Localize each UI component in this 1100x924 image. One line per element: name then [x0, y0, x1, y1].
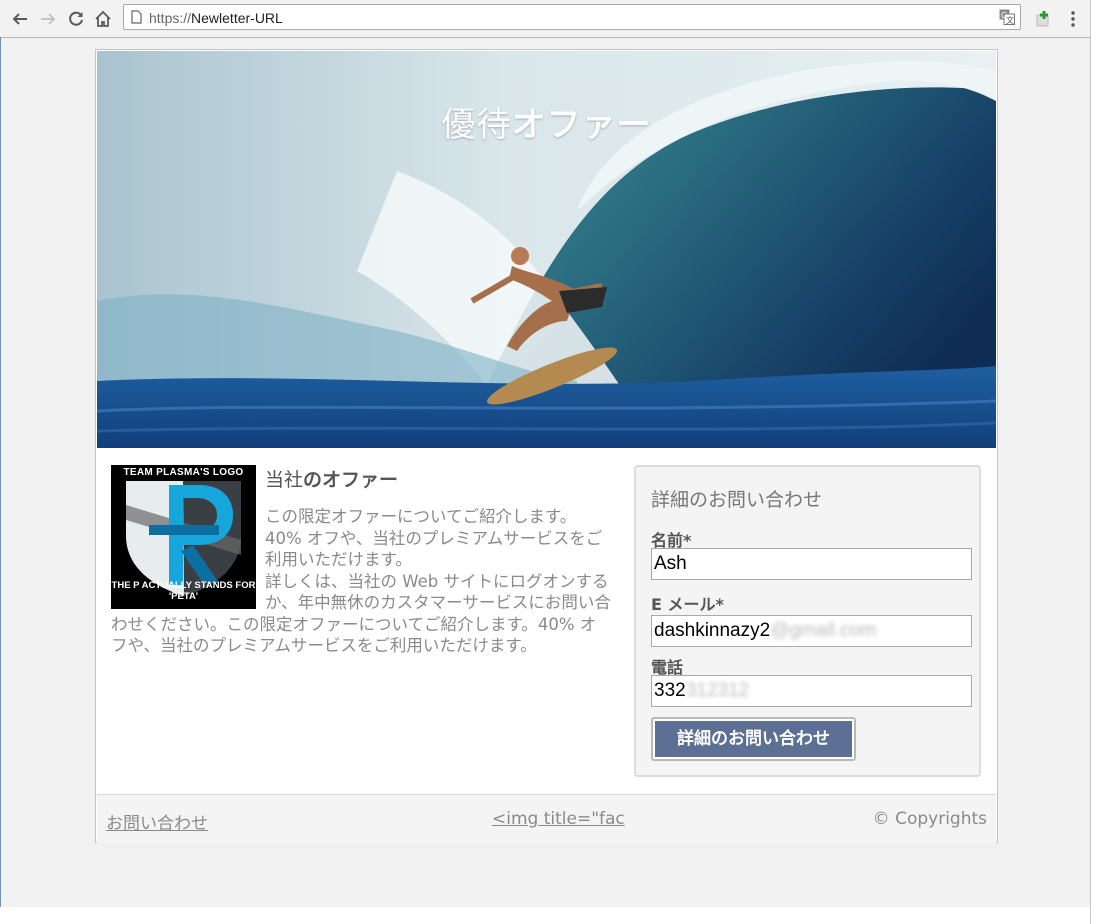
hero-banner: 優待オファー [97, 51, 996, 448]
name-field[interactable]: Ash [651, 548, 972, 580]
offer-paragraph-1: この限定オファーについてご紹介します。40% オフや、当社のプレミアムサービスを… [265, 507, 603, 569]
forward-arrow-icon[interactable] [36, 7, 60, 31]
back-arrow-icon[interactable] [8, 7, 32, 31]
translate-icon[interactable]: G文 [999, 9, 1015, 30]
scrollbar-track[interactable] [1090, 0, 1100, 924]
phone-field[interactable]: 332312312 [651, 675, 972, 707]
logo-top-caption: TEAM PLASMA'S LOGO [123, 467, 244, 478]
form-title: 詳細のお問い合わせ [651, 489, 823, 511]
footer: お問い合わせ <img title="fac © Copyrights [97, 794, 996, 843]
url-text: https://Newletter-URL [149, 10, 283, 26]
extension-icon[interactable] [1031, 7, 1055, 31]
window-bottom [0, 907, 1090, 924]
hero-title: 優待オファー [441, 105, 652, 145]
offer-title: 当社のオファー [265, 469, 399, 491]
page-icon [131, 10, 142, 29]
newsletter: 優待オファー TEAM PLASMA'S LOGO THE P ACTUALLY… [95, 49, 998, 843]
address-bar[interactable]: https://Newletter-URL G文 [123, 4, 1021, 30]
window-edge [0, 37, 1, 907]
broken-image-link[interactable]: <img title="fac [492, 809, 625, 829]
browser-toolbar: https://Newletter-URL G文 [0, 0, 1090, 38]
email-label: E メール* [651, 595, 724, 614]
contact-link[interactable]: お問い合わせ [106, 809, 208, 834]
submit-button[interactable]: 詳細のお問い合わせ [651, 717, 856, 761]
email-field[interactable]: dashkinnazy2@gmail.com [651, 615, 972, 647]
home-icon[interactable] [91, 7, 115, 31]
menu-dots-icon[interactable] [1061, 7, 1085, 31]
offer-body: この限定オファーについてご紹介します。40% オフや、当社のプレミアムサービスを… [111, 506, 611, 657]
copyright-text: © Copyrights [872, 809, 987, 829]
reload-icon[interactable] [64, 7, 88, 31]
svg-text:文: 文 [1006, 15, 1014, 25]
contact-form: 詳細のお問い合わせ 名前* Ash E メール* dashkinnazy2@gm… [634, 465, 981, 777]
